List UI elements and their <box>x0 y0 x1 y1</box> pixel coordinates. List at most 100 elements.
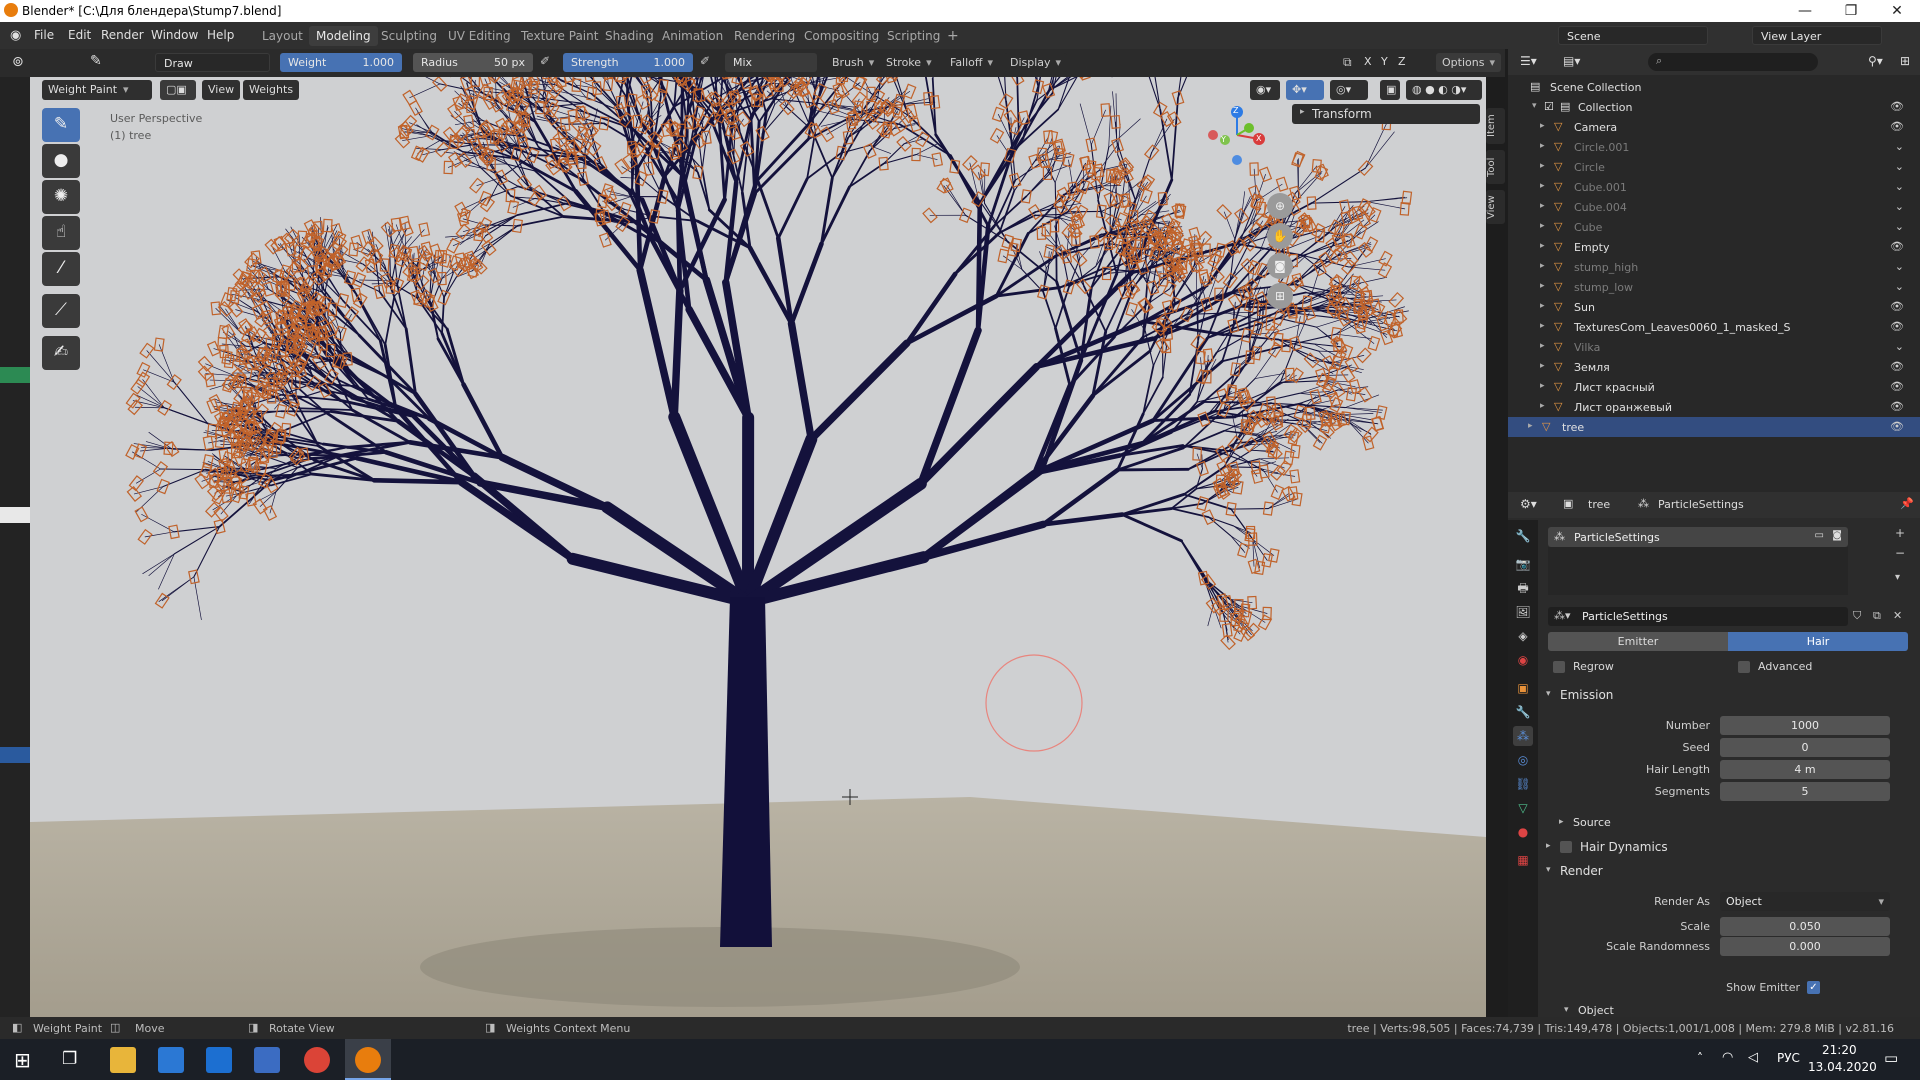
gizmo-toggle-icon[interactable]: ✥▾ <box>1286 80 1324 100</box>
scale-randomness-field[interactable]: 0.000 <box>1720 937 1890 956</box>
visibility-icon[interactable]: ⌄ <box>1895 140 1904 153</box>
item-expand-icon[interactable]: ▸ <box>1540 141 1545 151</box>
navigation-gizmo[interactable]: Z Y X <box>1207 105 1267 165</box>
hair-length-field[interactable]: 4 m <box>1720 760 1890 779</box>
item-expand-icon[interactable]: ▸ <box>1540 301 1545 311</box>
radius-pressure-icon[interactable]: ✐ <box>540 54 550 68</box>
render-tab-icon[interactable]: 📷 <box>1513 554 1533 574</box>
mirror-x-toggle[interactable]: X <box>1364 55 1372 68</box>
hair-dynamics-checkbox[interactable] <box>1560 841 1572 853</box>
tray-overflow-icon[interactable]: ˄ <box>1697 1051 1703 1065</box>
item-expand-icon[interactable]: ▸ <box>1528 421 1533 431</box>
item-expand-icon[interactable]: ▸ <box>1540 281 1545 291</box>
network-icon[interactable]: ◠ <box>1722 1050 1733 1065</box>
item-expand-icon[interactable]: ▸ <box>1540 401 1545 411</box>
task-view-icon[interactable]: ❐ <box>62 1049 77 1069</box>
mail-icon[interactable] <box>206 1047 232 1073</box>
sample-weight-tool-button[interactable]: ⟋ <box>42 294 80 328</box>
mirror-y-toggle[interactable]: Y <box>1381 55 1388 68</box>
render-as-dropdown[interactable]: Object ▾ <box>1720 892 1890 911</box>
item-expand-icon[interactable]: ▸ <box>1540 221 1545 231</box>
view-menu[interactable]: View <box>202 80 241 100</box>
visibility-icon[interactable]: 👁 <box>1890 120 1904 133</box>
outliner-item[interactable]: ▸ ▽ Circle ⌄ <box>1508 157 1920 177</box>
brush-dropdown[interactable]: Brush <box>826 53 881 72</box>
file-explorer-icon[interactable] <box>110 1047 136 1073</box>
outliner-editor-icon[interactable]: ☰▾ <box>1520 54 1537 68</box>
blender-menu-icon[interactable]: ◉ <box>10 28 21 43</box>
strength-slider[interactable]: Strength 1.000 <box>563 53 693 72</box>
tab-sculpting[interactable]: Sculpting <box>374 26 444 46</box>
sidebar-tab-view[interactable]: View <box>1486 190 1505 224</box>
brush-name-field[interactable]: Draw <box>155 53 270 72</box>
mask-toggle[interactable]: ▢▣ <box>160 80 196 100</box>
item-expand-icon[interactable]: ▸ <box>1540 321 1545 331</box>
outliner-item[interactable]: ▸ ▽ Cube ⌄ <box>1508 217 1920 237</box>
tool-tab-icon[interactable]: 🔧 <box>1513 526 1533 546</box>
render-section-header[interactable]: ▾ Render <box>1540 862 1912 882</box>
duplicate-icon[interactable]: ⧉ <box>1873 609 1881 623</box>
object-tab-icon[interactable]: ▣ <box>1513 678 1533 698</box>
language-indicator[interactable]: РУС <box>1777 1051 1800 1065</box>
output-tab-icon[interactable]: 🖶 <box>1513 578 1533 598</box>
scene-selector[interactable]: Scene <box>1558 26 1708 45</box>
show-render-icon[interactable]: ◙ <box>1832 530 1842 541</box>
tab-uv-editing[interactable]: UV Editing <box>441 26 518 46</box>
item-expand-icon[interactable]: ▸ <box>1540 261 1545 271</box>
weights-menu[interactable]: Weights <box>243 80 300 100</box>
properties-editor-icon[interactable]: ⚙▾ <box>1520 497 1537 511</box>
outliner-item[interactable]: ▸ ▽ stump_high ⌄ <box>1508 257 1920 277</box>
view-layer-tab-icon[interactable]: 🖼 <box>1513 602 1533 622</box>
menu-help[interactable]: Help <box>207 28 234 42</box>
clock-date[interactable]: 13.04.2020 <box>1808 1060 1877 1074</box>
visibility-icon[interactable]: 👁 <box>1890 300 1904 313</box>
visibility-icon[interactable]: 👁 <box>1890 240 1904 253</box>
pan-hand-icon[interactable]: ✋ <box>1267 223 1293 249</box>
close-button[interactable]: ✕ <box>1874 0 1920 22</box>
item-expand-icon[interactable]: ▸ <box>1540 161 1545 171</box>
stroke-dropdown[interactable]: Stroke <box>880 53 938 72</box>
maximize-button[interactable]: ❐ <box>1828 0 1874 22</box>
chrome-icon[interactable] <box>304 1047 330 1073</box>
outliner-item[interactable]: ▸ ▽ stump_low ⌄ <box>1508 277 1920 297</box>
scene-tab-icon[interactable]: ◈ <box>1513 626 1533 646</box>
world-tab-icon[interactable]: ◉ <box>1513 650 1533 670</box>
show-viewport-icon[interactable]: ▭ <box>1815 530 1824 541</box>
blend-mode-dropdown[interactable]: Mix <box>725 53 817 72</box>
tab-modeling[interactable]: Modeling <box>309 26 378 46</box>
store-icon[interactable] <box>158 1047 184 1073</box>
outliner-scene-collection[interactable]: ▤ Scene Collection <box>1508 77 1920 97</box>
add-workspace-button[interactable]: + <box>940 26 966 46</box>
sidebar-tab-tool[interactable]: Tool <box>1486 150 1505 184</box>
number-field[interactable]: 1000 <box>1720 716 1890 735</box>
outliner-item[interactable]: ▸ ▽ Vilka ⌄ <box>1508 337 1920 357</box>
visibility-icon[interactable]: 👁 <box>1890 320 1904 333</box>
item-expand-icon[interactable]: ▸ <box>1540 241 1545 251</box>
ortho-grid-icon[interactable]: ⊞ <box>1267 283 1293 309</box>
visibility-icon[interactable]: 👁 <box>1890 360 1904 373</box>
visibility-icon[interactable]: 👁 <box>1890 420 1904 433</box>
clock-time[interactable]: 21:20 <box>1822 1043 1857 1057</box>
slot-menu-chevron-icon[interactable]: ▾ <box>1895 572 1900 583</box>
pin-icon[interactable]: 📌 <box>1900 497 1914 510</box>
outliner-item[interactable]: ▸ ▽ Empty 👁 <box>1508 237 1920 257</box>
item-expand-icon[interactable]: ▸ <box>1540 381 1545 391</box>
brush-icon[interactable]: ✎ <box>90 53 102 69</box>
breadcrumb-context[interactable]: ParticleSettings <box>1658 498 1744 511</box>
collection-expand-icon[interactable]: ▾ <box>1532 101 1537 111</box>
visibility-icon[interactable]: ⌄ <box>1895 260 1904 273</box>
new-collection-icon[interactable]: ⊞ <box>1900 54 1910 68</box>
hair-type-button[interactable]: Hair <box>1728 632 1908 651</box>
options-dropdown[interactable]: Options <box>1436 53 1501 72</box>
tab-scripting[interactable]: Scripting <box>880 26 947 46</box>
selectability-icon[interactable]: ◉▾ <box>1250 80 1280 100</box>
segments-field[interactable]: 5 <box>1720 782 1890 801</box>
outliner-item[interactable]: ▸ ▽ Camera 👁 <box>1508 117 1920 137</box>
particle-slot-list-item[interactable]: ⁂ ParticleSettings ▭ ◙ <box>1548 527 1848 547</box>
tab-texture-paint[interactable]: Texture Paint <box>514 26 605 46</box>
tab-animation[interactable]: Animation <box>655 26 730 46</box>
radius-slider[interactable]: Radius 50 px <box>413 53 533 72</box>
editor-type-icon[interactable]: ⊚ <box>12 54 24 70</box>
menu-edit[interactable]: Edit <box>68 28 91 42</box>
mirror-z-toggle[interactable]: Z <box>1398 55 1406 68</box>
